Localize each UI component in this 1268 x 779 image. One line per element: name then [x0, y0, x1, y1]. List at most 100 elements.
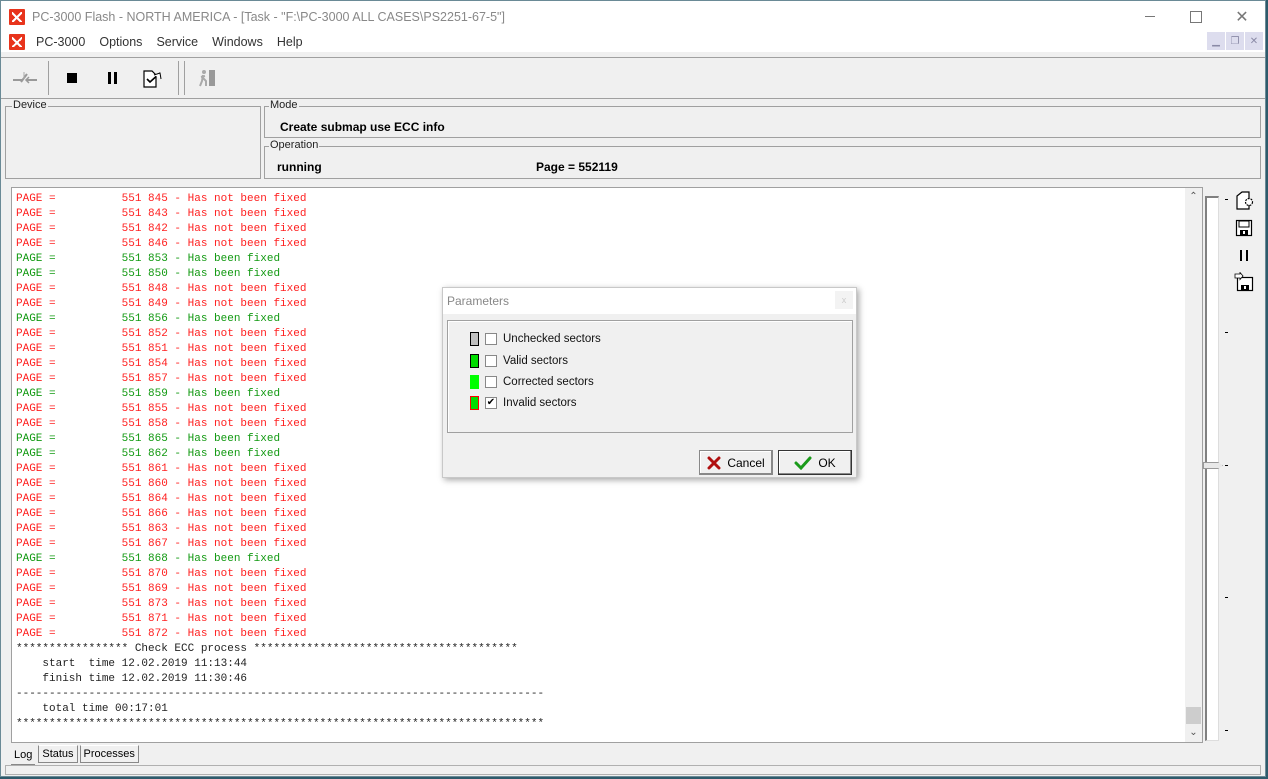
log-line: PAGE = 551 868 - Has been fixed	[16, 553, 281, 565]
scroll-thumb[interactable]	[1186, 707, 1201, 724]
checkmark-icon	[794, 456, 812, 470]
title-bar: PC-3000 Flash - NORTH AMERICA - [Task - …	[1, 1, 1265, 32]
slider-tick	[1225, 730, 1228, 731]
cancel-button[interactable]: Cancel	[699, 450, 773, 475]
log-line: PAGE = 551 871 - Has not been fixed	[16, 613, 307, 625]
save-export-icon	[1234, 272, 1254, 292]
option-label: Unchecked sectors	[503, 333, 601, 345]
exit-button[interactable]	[188, 61, 228, 95]
log-line: PAGE = 551 860 - Has not been fixed	[16, 478, 307, 490]
option-unchecked-sectors[interactable]: Unchecked sectors	[470, 331, 601, 347]
unchecked-sectors-checkbox[interactable]	[485, 333, 497, 345]
app-logo-icon	[9, 8, 25, 25]
log-scrollbar[interactable]: ⌃ ⌄	[1185, 188, 1202, 742]
log-line: PAGE = 551 864 - Has not been fixed	[16, 493, 307, 505]
toolbar-separator	[178, 61, 179, 95]
invalid-sectors-checkbox[interactable]: ✔	[485, 397, 497, 409]
mode-label: Mode	[269, 99, 299, 111]
toolbar-separator	[184, 61, 185, 95]
stop-icon	[67, 73, 77, 83]
menu-options[interactable]: Options	[92, 35, 149, 49]
scroll-down-arrow-icon[interactable]: ⌄	[1185, 724, 1202, 741]
log-line: PAGE = 551 863 - Has not been fixed	[16, 523, 307, 535]
connect-button[interactable]	[5, 61, 45, 95]
log-line: PAGE = 551 846 - Has not been fixed	[16, 238, 307, 250]
task-check-button[interactable]	[132, 61, 172, 95]
log-line: PAGE = 551 870 - Has not been fixed	[16, 568, 307, 580]
app-logo-icon[interactable]	[9, 34, 25, 50]
operation-label: Operation	[269, 139, 320, 151]
dialog-title-bar[interactable]: Parameters x	[443, 288, 856, 314]
save-icon	[1235, 219, 1253, 237]
mode-panel: Mode Create submap use ECC info	[264, 100, 1261, 138]
ok-button[interactable]: OK	[778, 450, 852, 475]
maximize-button[interactable]	[1173, 1, 1219, 32]
close-button[interactable]: ✕	[1219, 1, 1265, 32]
log-line: PAGE = 551 873 - Has not been fixed	[16, 598, 307, 610]
tab-log[interactable]: Log	[11, 745, 36, 765]
log-line: PAGE = 551 869 - Has not been fixed	[16, 583, 307, 595]
log-line: start time 12.02.2019 11:13:44	[16, 658, 248, 670]
unchecked-swatch	[470, 332, 479, 346]
pause-icon	[1240, 249, 1248, 261]
pause-icon	[107, 72, 117, 84]
mdi-close-button[interactable]: ✕	[1245, 32, 1263, 50]
side-pause-button[interactable]	[1234, 245, 1254, 265]
slider-tick	[1225, 597, 1228, 598]
dialog-title: Parameters	[447, 294, 510, 308]
cancel-x-icon	[707, 456, 721, 469]
minimize-button[interactable]	[1127, 1, 1173, 32]
settings-doc-icon	[1236, 191, 1254, 210]
slider-tick	[1225, 465, 1228, 466]
operation-status: running	[277, 160, 322, 174]
log-line: ----------------------------------------…	[16, 688, 545, 700]
mdi-minimize-button[interactable]: ▁	[1207, 32, 1225, 50]
toolbar	[1, 57, 1265, 99]
scroll-up-arrow-icon[interactable]: ⌃	[1185, 188, 1202, 205]
operation-panel: Operation running Page = 552119	[264, 140, 1261, 179]
log-line: PAGE = 551 842 - Has not been fixed	[16, 223, 307, 235]
device-panel: Device	[5, 100, 261, 179]
status-bar	[5, 765, 1261, 775]
invalid-swatch	[470, 396, 479, 410]
menu-help[interactable]: Help	[270, 35, 310, 49]
log-line: PAGE = 551 843 - Has not been fixed	[16, 208, 307, 220]
save-button[interactable]	[1234, 218, 1254, 238]
vertical-slider-thumb[interactable]	[1203, 462, 1223, 469]
operation-page: Page = 552119	[536, 160, 618, 174]
log-line: PAGE = 551 845 - Has not been fixed	[16, 193, 307, 205]
mdi-restore-button[interactable]: ❐	[1226, 32, 1244, 50]
window-title: PC-3000 Flash - NORTH AMERICA - [Task - …	[32, 9, 505, 24]
log-line: ****************************************…	[16, 718, 545, 730]
tab-processes[interactable]: Processes	[79, 745, 139, 763]
option-label: Invalid sectors	[503, 397, 577, 409]
menu-bar: PC-3000 Options Service Windows Help ▁ ❐…	[1, 32, 1265, 52]
mdi-controls: ▁ ❐ ✕	[1207, 32, 1263, 50]
pause-button[interactable]	[92, 61, 132, 95]
option-label: Valid sectors	[503, 355, 568, 367]
slider-tick	[1225, 332, 1228, 333]
option-valid-sectors[interactable]: Valid sectors	[470, 353, 568, 369]
sector-options-group: Unchecked sectors Valid sectors Correcte…	[447, 320, 853, 433]
corrected-sectors-checkbox[interactable]	[485, 376, 497, 388]
log-line: PAGE = 551 853 - Has been fixed	[16, 253, 281, 265]
parameters-dialog: Parameters x Unchecked sectors Valid sec…	[442, 287, 857, 478]
valid-swatch	[470, 354, 479, 368]
option-corrected-sectors[interactable]: Corrected sectors	[470, 374, 594, 390]
log-line: finish time 12.02.2019 11:30:46	[16, 673, 248, 685]
stop-button[interactable]	[52, 61, 92, 95]
save-export-button[interactable]	[1234, 272, 1254, 292]
ok-label: OK	[818, 455, 836, 470]
settings-doc-button[interactable]	[1234, 191, 1254, 211]
main-window: PC-3000 Flash - NORTH AMERICA - [Task - …	[0, 0, 1266, 777]
menu-service[interactable]: Service	[149, 35, 205, 49]
menu-pc3000[interactable]: PC-3000	[29, 35, 92, 49]
dialog-close-button[interactable]: x	[835, 291, 853, 309]
mode-value: Create submap use ECC info	[280, 120, 445, 134]
tab-status[interactable]: Status	[38, 745, 78, 763]
menu-windows[interactable]: Windows	[205, 35, 270, 49]
option-invalid-sectors[interactable]: ✔ Invalid sectors	[470, 395, 577, 411]
valid-sectors-checkbox[interactable]	[485, 355, 497, 367]
log-line: PAGE = 551 866 - Has not been fixed	[16, 508, 307, 520]
slider-tick	[1225, 199, 1228, 200]
